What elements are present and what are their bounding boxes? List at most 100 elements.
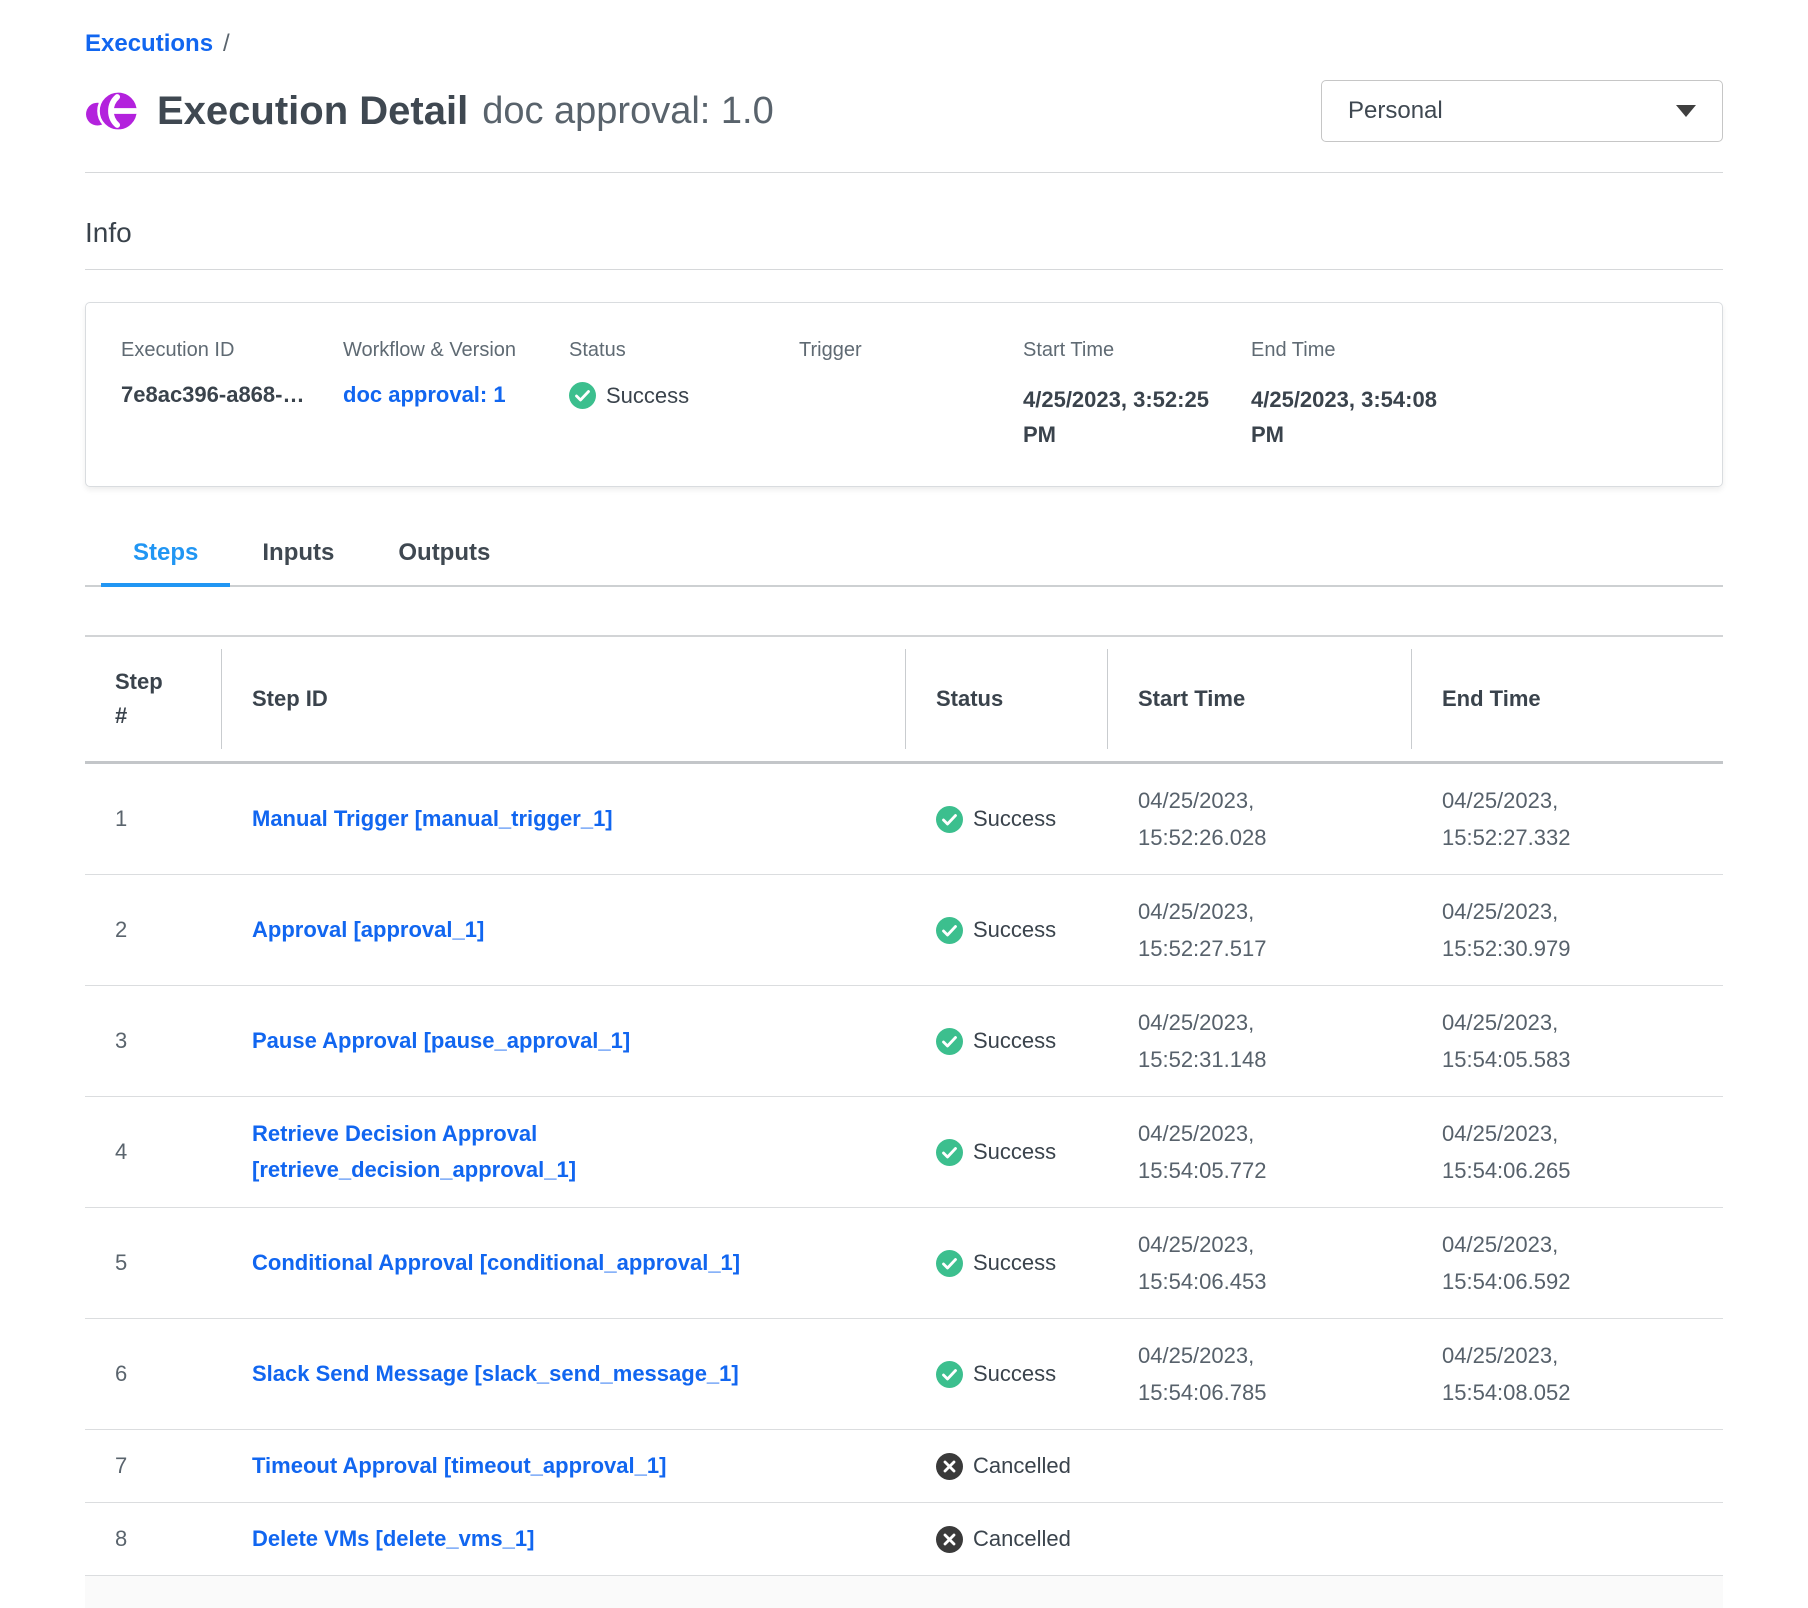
step-status: Success — [936, 1139, 1098, 1166]
table-row: 8 Delete VMs [delete_vms_1] Cancelled — [85, 1503, 1723, 1576]
execution-status: Success — [569, 382, 799, 409]
execution-id-label: Execution ID — [121, 339, 343, 362]
step-status: Success — [936, 806, 1098, 833]
step-id-link[interactable]: Retrieve Decision Approval [retrieve_dec… — [252, 1116, 812, 1188]
step-end-time: 04/25/2023, 15:54:06.265 — [1442, 1115, 1602, 1189]
step-number: 3 — [85, 986, 222, 1097]
column-header-status: Status — [906, 636, 1108, 763]
start-time-label: Start Time — [1023, 339, 1251, 362]
workflow-label: Workflow & Version — [343, 339, 569, 362]
step-start-time: 04/25/2023, 15:54:06.453 — [1138, 1226, 1298, 1300]
header-divider — [85, 172, 1723, 173]
status-label: Status — [569, 339, 799, 362]
start-time-value: 4/25/2023, 3:52:25 PM — [1023, 382, 1223, 452]
step-number: 1 — [85, 763, 222, 875]
step-status-text: Success — [973, 1361, 1056, 1387]
table-row: 3 Pause Approval [pause_approval_1] Succ… — [85, 986, 1723, 1097]
column-header-start-time: Start Time — [1108, 636, 1412, 763]
table-row: 7 Timeout Approval [timeout_approval_1] … — [85, 1430, 1723, 1503]
success-icon — [936, 1139, 963, 1166]
tab-outputs[interactable]: Outputs — [366, 533, 522, 587]
step-status-text: Success — [973, 806, 1056, 832]
step-number: 5 — [85, 1208, 222, 1319]
step-status: Success — [936, 1028, 1098, 1055]
tab-steps[interactable]: Steps — [101, 533, 230, 587]
table-row: 1 Manual Trigger [manual_trigger_1] Succ… — [85, 763, 1723, 875]
step-id-link[interactable]: Manual Trigger [manual_trigger_1] — [252, 801, 613, 837]
bottom-strip — [85, 1576, 1723, 1608]
step-number: 7 — [85, 1430, 222, 1503]
detail-tabs: Steps Inputs Outputs — [85, 533, 1723, 587]
step-status-text: Cancelled — [973, 1526, 1071, 1552]
step-id-link[interactable]: Pause Approval [pause_approval_1] — [252, 1023, 630, 1059]
scope-dropdown-value: Personal — [1348, 97, 1676, 125]
info-card: Execution ID 7e8ac396-a868-… Workflow & … — [85, 302, 1723, 487]
info-field-status: Status Success — [569, 339, 799, 452]
scope-dropdown[interactable]: Personal — [1321, 80, 1723, 142]
cancelled-icon — [936, 1526, 963, 1553]
info-field-end-time: End Time 4/25/2023, 3:54:08 PM — [1251, 339, 1722, 452]
step-status-text: Cancelled — [973, 1453, 1071, 1479]
page-subtitle: doc approval: 1.0 — [482, 90, 774, 133]
table-row: 2 Approval [approval_1] Success 04/25/20… — [85, 875, 1723, 986]
step-number: 4 — [85, 1097, 222, 1208]
table-header-row: Step # Step ID Status Start Time End Tim… — [85, 636, 1723, 763]
step-status: Cancelled — [936, 1453, 1098, 1480]
execution-id-value: 7e8ac396-a868-… — [121, 382, 343, 408]
step-status: Success — [936, 1361, 1098, 1388]
step-id-link[interactable]: Delete VMs [delete_vms_1] — [252, 1521, 534, 1557]
step-status-text: Success — [973, 1028, 1056, 1054]
step-number: 8 — [85, 1503, 222, 1576]
end-time-value: 4/25/2023, 3:54:08 PM — [1251, 382, 1451, 452]
step-start-time: 04/25/2023, 15:52:26.028 — [1138, 782, 1298, 856]
step-status-text: Success — [973, 917, 1056, 943]
step-status: Success — [936, 917, 1098, 944]
info-field-trigger: Trigger — [799, 339, 1023, 452]
success-icon — [569, 382, 596, 409]
info-field-execution-id: Execution ID 7e8ac396-a868-… — [121, 339, 343, 452]
execution-status-text: Success — [606, 383, 689, 409]
step-id-link[interactable]: Conditional Approval [conditional_approv… — [252, 1245, 740, 1281]
step-status: Cancelled — [936, 1526, 1098, 1553]
step-id-link[interactable]: Slack Send Message [slack_send_message_1… — [252, 1356, 739, 1392]
step-number: 2 — [85, 875, 222, 986]
info-divider — [85, 269, 1723, 270]
table-row: 6 Slack Send Message [slack_send_message… — [85, 1319, 1723, 1430]
success-icon — [936, 1361, 963, 1388]
step-id-link[interactable]: Approval [approval_1] — [252, 912, 484, 948]
step-status-text: Success — [973, 1250, 1056, 1276]
step-start-time: 04/25/2023, 15:52:27.517 — [1138, 893, 1298, 967]
success-icon — [936, 1028, 963, 1055]
page-title: Execution Detail — [157, 89, 468, 134]
breadcrumb-separator: / — [223, 30, 230, 57]
column-header-step-id: Step ID — [222, 636, 906, 763]
info-field-workflow: Workflow & Version doc approval: 1 — [343, 339, 569, 452]
end-time-label: End Time — [1251, 339, 1722, 362]
step-number: 6 — [85, 1319, 222, 1430]
success-icon — [936, 917, 963, 944]
success-icon — [936, 1250, 963, 1277]
info-field-start-time: Start Time 4/25/2023, 3:52:25 PM — [1023, 339, 1251, 452]
info-section-title: Info — [85, 217, 1723, 249]
steps-table: Step # Step ID Status Start Time End Tim… — [85, 635, 1723, 1576]
step-start-time: 04/25/2023, 15:54:06.785 — [1138, 1337, 1298, 1411]
tab-inputs[interactable]: Inputs — [230, 533, 366, 587]
step-start-time: 04/25/2023, 15:54:05.772 — [1138, 1115, 1298, 1189]
column-header-step-num: Step # — [85, 636, 222, 763]
step-end-time: 04/25/2023, 15:52:27.332 — [1442, 782, 1602, 856]
step-end-time: 04/25/2023, 15:54:08.052 — [1442, 1337, 1602, 1411]
title-row: Execution Detail doc approval: 1.0 Perso… — [85, 80, 1723, 142]
execution-detail-page: Executions / Execution Detail doc approva… — [0, 0, 1808, 1608]
column-header-end-time: End Time — [1412, 636, 1723, 763]
table-row: 5 Conditional Approval [conditional_appr… — [85, 1208, 1723, 1319]
chevron-down-icon — [1676, 105, 1696, 117]
breadcrumb-executions-link[interactable]: Executions — [85, 30, 213, 57]
step-end-time: 04/25/2023, 15:54:06.592 — [1442, 1226, 1602, 1300]
step-end-time: 04/25/2023, 15:54:05.583 — [1442, 1004, 1602, 1078]
trigger-label: Trigger — [799, 339, 1023, 362]
success-icon — [936, 806, 963, 833]
step-start-time: 04/25/2023, 15:52:31.148 — [1138, 1004, 1298, 1078]
workflow-version-link[interactable]: doc approval: 1 — [343, 382, 506, 407]
step-id-link[interactable]: Timeout Approval [timeout_approval_1] — [252, 1448, 666, 1484]
workflow-icon — [85, 84, 139, 138]
